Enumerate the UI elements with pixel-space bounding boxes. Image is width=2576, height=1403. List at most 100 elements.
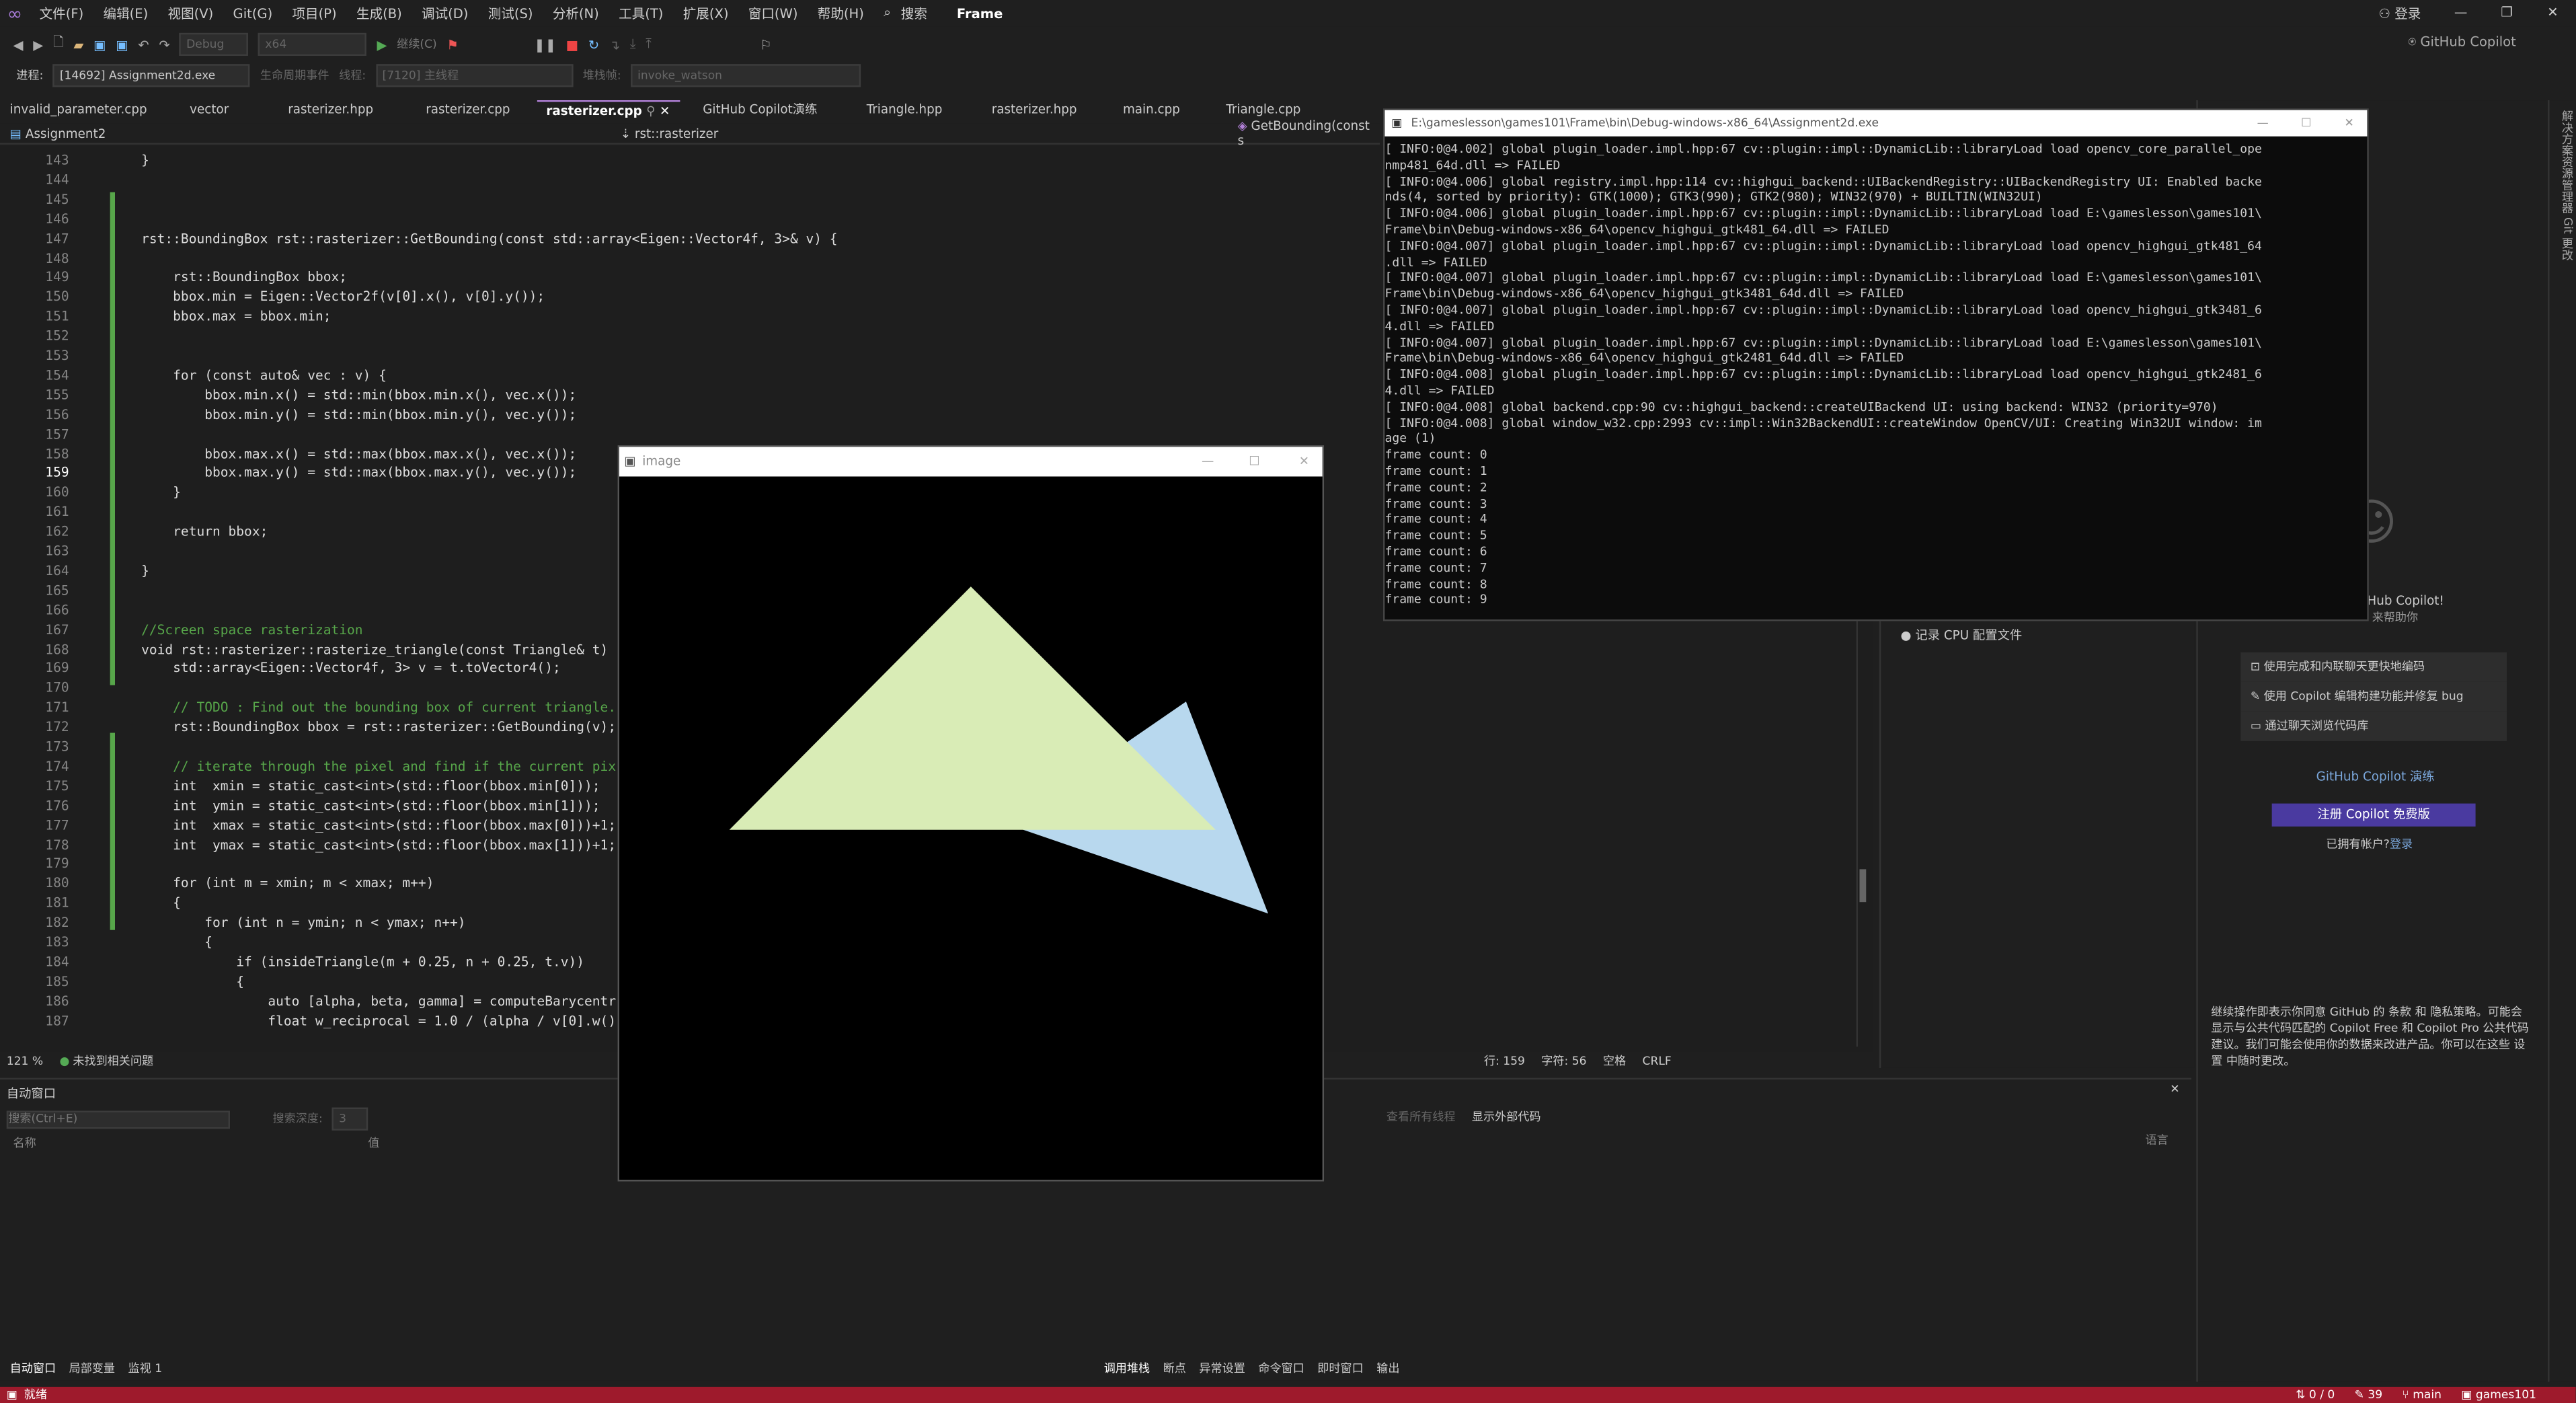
code-line[interactable]: rst::BoundingBox rst::rasterizer::GetBou…	[141, 231, 837, 245]
solution-explorer-strip[interactable]: 解决方案资源管理器 Git 更改	[2548, 100, 2576, 1382]
tab-autos[interactable]: 自动窗口	[10, 1361, 56, 1377]
menu-tools[interactable]: 工具(T)	[609, 4, 673, 22]
code-line[interactable]: bbox.min = Eigen::Vector2f(v[0].x(), v[0…	[141, 290, 545, 305]
line-number[interactable]: 162	[23, 525, 69, 539]
code-line[interactable]: for (int n = ymin; n < ymax; n++)	[141, 915, 465, 930]
menu-debug[interactable]: 调试(D)	[412, 4, 478, 22]
code-line[interactable]: {	[141, 974, 244, 989]
code-line[interactable]: // iterate through the pixel and find if…	[141, 759, 616, 773]
line-number[interactable]: 173	[23, 739, 69, 754]
open-icon[interactable]: ▰	[73, 37, 83, 52]
code-line[interactable]: bbox.max.y() = std::max(bbox.max.y(), ve…	[141, 465, 576, 480]
feature-edits[interactable]: ✎ 使用 Copilot 编辑构建功能并修复 bug	[2240, 681, 2507, 712]
zoom-level[interactable]: 121 %	[7, 1055, 43, 1068]
tab-breakpoints[interactable]: 断点	[1163, 1361, 1186, 1377]
feature-browse[interactable]: ▭ 通过聊天浏览代码库	[2240, 711, 2507, 741]
show-all-threads[interactable]: 查看所有线程	[1387, 1109, 1456, 1125]
code-line[interactable]: std::array<Eigen::Vector4f, 3> v = t.toV…	[141, 661, 561, 676]
line-number[interactable]: 158	[23, 446, 69, 461]
forward-icon[interactable]: ▶	[33, 37, 43, 52]
stack-frame-select[interactable]: invoke_watson	[631, 63, 861, 87]
signup-button[interactable]: 注册 Copilot 免费版	[2271, 803, 2476, 827]
copilot-tour-link[interactable]: GitHub Copilot 演练	[2316, 767, 2435, 786]
line-number[interactable]: 167	[23, 622, 69, 637]
code-line[interactable]: bbox.max = bbox.min;	[141, 309, 331, 324]
record-cpu-item[interactable]: ● 记录 CPU 配置文件	[1881, 621, 2195, 649]
line-number[interactable]: 175	[23, 778, 69, 793]
code-line[interactable]: int ymin = static_cast<int>(std::floor(b…	[141, 798, 600, 813]
line-number[interactable]: 186	[23, 993, 69, 1008]
panel-close-icon[interactable]: ✕	[2170, 1083, 2179, 1096]
line-number[interactable]: 157	[23, 426, 69, 441]
line-number[interactable]: 183	[23, 935, 69, 950]
image-maximize-icon[interactable]: ☐	[1249, 447, 1259, 476]
issues-status[interactable]: 未找到相关问题	[73, 1053, 153, 1069]
code-line[interactable]: rst::BoundingBox bbox;	[141, 270, 347, 285]
line-number[interactable]: 163	[23, 544, 69, 559]
code-line[interactable]: rst::BoundingBox bbox = rst::rasterizer:…	[141, 720, 616, 734]
lifecycle-button[interactable]: 生命周期事件	[260, 67, 329, 83]
sync-status[interactable]: ⇅ 0 / 0	[2296, 1388, 2335, 1402]
close-tab-icon[interactable]: ✕	[660, 104, 670, 118]
line-number[interactable]: 155	[23, 387, 69, 402]
line-number[interactable]: 172	[23, 720, 69, 734]
line-number[interactable]: 159	[23, 465, 69, 480]
pin-icon[interactable]: ⚲	[646, 104, 655, 118]
fire-icon[interactable]: ⚑	[446, 37, 459, 52]
console-window[interactable]: ▣ E:\gameslesson\games101\Frame\bin\Debu…	[1383, 108, 2369, 621]
feature-inline-chat[interactable]: ⊡ 使用完成和内联聊天更快地编码	[2240, 652, 2507, 682]
code-line[interactable]: if (insideTriangle(m + 0.25, n + 0.25, t…	[141, 954, 584, 969]
line-number[interactable]: 174	[23, 759, 69, 773]
tab-vector[interactable]: vector	[157, 100, 262, 120]
tab-immediate[interactable]: 即时窗口	[1317, 1361, 1363, 1377]
image-titlebar[interactable]: ▣ image — ☐ ✕	[619, 447, 1323, 477]
line-number[interactable]: 178	[23, 837, 69, 852]
line-number[interactable]: 170	[23, 681, 69, 695]
repo-status[interactable]: ▣ games101	[2461, 1388, 2536, 1402]
line-number[interactable]: 169	[23, 661, 69, 676]
line-number[interactable]: 145	[23, 192, 69, 206]
redo-icon[interactable]: ↷	[159, 37, 169, 52]
line-number[interactable]: 154	[23, 368, 69, 383]
line-number[interactable]: 149	[23, 270, 69, 285]
tab-invalid-parameter[interactable]: invalid_parameter.cpp	[0, 100, 157, 120]
line-number[interactable]: 148	[23, 251, 69, 266]
tab-triangle-hpp[interactable]: Triangle.hpp	[841, 100, 969, 120]
menu-window[interactable]: 窗口(W)	[738, 4, 808, 22]
code-line[interactable]: return bbox;	[141, 525, 268, 539]
code-line[interactable]: //Screen space rasterization	[141, 622, 362, 637]
tab-rasterizer-cpp-active[interactable]: rasterizer.cpp ⚲ ✕	[536, 100, 680, 120]
scope-dropdown[interactable]: ⇣ rst::rasterizer	[621, 126, 1238, 141]
line-number[interactable]: 152	[23, 329, 69, 344]
code-line[interactable]: {	[141, 896, 181, 911]
line-number[interactable]: 150	[23, 290, 69, 305]
minimize-icon[interactable]: —	[2437, 0, 2483, 26]
search-icon[interactable]: ⌕	[874, 5, 901, 21]
line-number[interactable]: 181	[23, 896, 69, 911]
code-line[interactable]: // TODO : Find out the bounding box of c…	[141, 700, 616, 715]
project-dropdown[interactable]: ▤ Assignment2	[0, 126, 621, 141]
line-number[interactable]: 177	[23, 818, 69, 833]
code-line[interactable]: bbox.min.y() = std::min(bbox.min.y(), ve…	[141, 407, 576, 422]
tab-call-stack[interactable]: 调用堆栈	[1104, 1361, 1150, 1377]
line-number[interactable]: 146	[23, 211, 69, 226]
col-value[interactable]: 值	[368, 1135, 379, 1151]
code-line[interactable]: auto [alpha, beta, gamma] = computeBaryc…	[141, 993, 616, 1008]
line-number[interactable]: 184	[23, 954, 69, 969]
line-number[interactable]: 164	[23, 564, 69, 578]
col-name[interactable]: 名称	[13, 1135, 368, 1151]
code-line[interactable]: void rst::rasterizer::rasterize_triangle…	[141, 642, 608, 656]
undo-icon[interactable]: ↶	[138, 37, 149, 52]
menu-extensions[interactable]: 扩展(X)	[673, 4, 738, 22]
thread-select[interactable]: [7120] 主线程	[375, 63, 573, 87]
menu-help[interactable]: 帮助(H)	[808, 4, 873, 22]
stop-icon[interactable]: ■	[566, 37, 578, 52]
code-line[interactable]: for (int m = xmin; m < xmax; m++)	[141, 876, 434, 891]
line-number[interactable]: 143	[23, 153, 69, 167]
code-line[interactable]: for (const auto& vec : v) {	[141, 368, 387, 383]
line-number[interactable]: 179	[23, 857, 69, 872]
tab-exception-settings[interactable]: 异常设置	[1199, 1361, 1245, 1377]
autos-search-input[interactable]	[6, 1110, 231, 1129]
bookmark-icon[interactable]: ⚐	[760, 37, 772, 52]
process-select[interactable]: [14692] Assignment2d.exe	[53, 63, 251, 87]
